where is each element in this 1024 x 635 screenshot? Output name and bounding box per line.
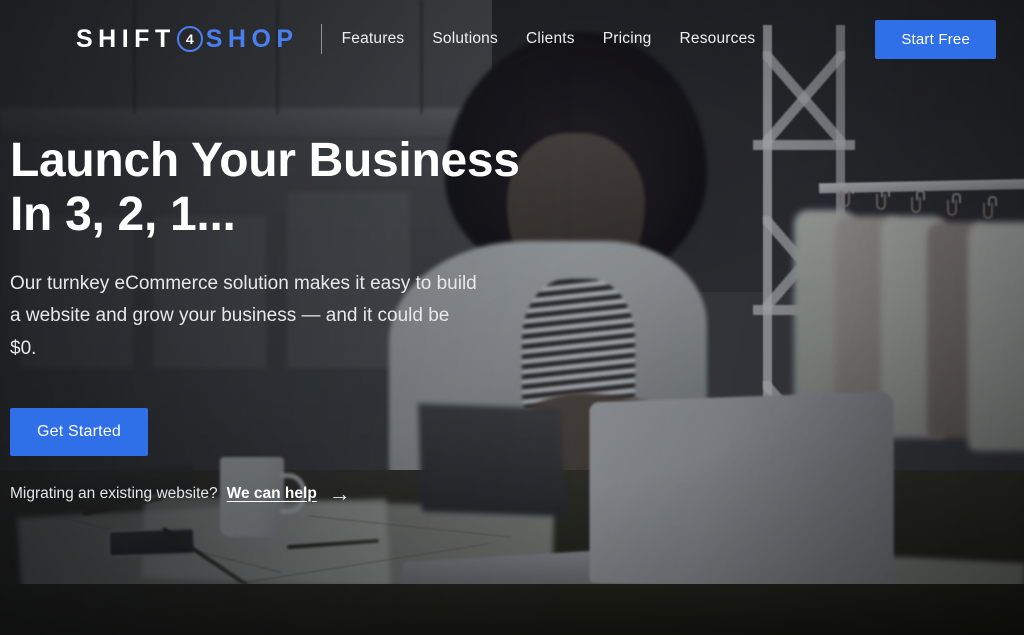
nav-item-pricing[interactable]: Pricing xyxy=(603,30,652,48)
header-divider xyxy=(320,24,322,54)
start-free-button[interactable]: Start Free xyxy=(875,19,996,59)
page-title: Launch Your Business In 3, 2, 1... xyxy=(10,134,540,242)
headline-line-2: In 3, 2, 1... xyxy=(10,187,236,241)
hero-subheading: Our turnkey eCommerce solution makes it … xyxy=(10,272,477,359)
nav-item-resources[interactable]: Resources xyxy=(680,30,756,48)
logo-text-shop: SHOP xyxy=(205,24,299,53)
hero-copy-block: Launch Your Business In 3, 2, 1... Our t… xyxy=(10,134,540,505)
nav-item-clients[interactable]: Clients xyxy=(526,30,575,48)
get-started-button[interactable]: Get Started xyxy=(10,407,149,456)
nav-item-solutions[interactable]: Solutions xyxy=(432,30,498,48)
migration-prompt: Migrating an existing website? We can he… xyxy=(10,482,540,505)
headline-line-1: Launch Your Business xyxy=(10,134,520,187)
main-navigation: Features Solutions Clients Pricing Resou… xyxy=(342,30,756,48)
arrow-right-icon[interactable]: → xyxy=(329,482,351,505)
logo-four-badge: 4 xyxy=(176,26,203,52)
we-can-help-link[interactable]: We can help xyxy=(227,485,317,503)
brand-logo[interactable]: SHIFT 4 SHOP xyxy=(76,26,299,52)
logo-text-shift: SHIFT xyxy=(76,24,176,53)
nav-item-features[interactable]: Features xyxy=(342,30,405,48)
site-header: SHIFT 4 SHOP Features Solutions Clients … xyxy=(0,0,1024,78)
migration-prompt-text: Migrating an existing website? xyxy=(10,484,218,502)
